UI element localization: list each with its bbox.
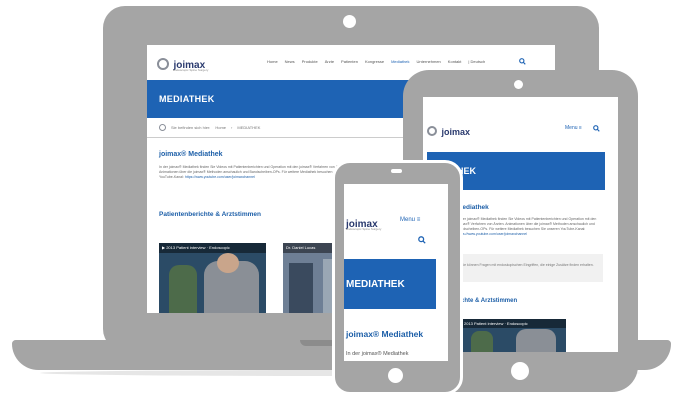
tablet-youtube-link[interactable]: https://www.youtube.com/user/joimaxchann… xyxy=(457,232,527,236)
language-switch[interactable]: | Deutsch xyxy=(468,59,485,64)
laptop-camera xyxy=(343,15,356,28)
phone-heading: joimax® Mediathek xyxy=(346,329,424,339)
nav-item-kontakt[interactable]: Kontakt xyxy=(448,59,462,64)
phone-screen: joimax Endoscopic Spine Surgery Menu ≡ M… xyxy=(344,184,448,361)
phone-page-title: MEDIATHEK xyxy=(346,279,405,290)
home-icon xyxy=(159,124,166,131)
video-title-2: Dr. Daniel Lucas xyxy=(286,245,316,250)
nav-item-news[interactable]: News xyxy=(285,59,295,64)
nav-item-produkte[interactable]: Produkte xyxy=(302,59,318,64)
search-icon[interactable] xyxy=(593,125,600,132)
nav-item-patienten[interactable]: Patienten xyxy=(341,59,358,64)
tablet-section-heading: richte & Arztstimmen xyxy=(457,298,518,304)
tablet-menu-button[interactable]: Menu ≡ xyxy=(565,125,582,131)
page-title: MEDIATHEK xyxy=(159,94,215,104)
breadcrumb: Sie befinden sich hier: Home › MEDIATHEK xyxy=(159,124,260,131)
nav-item-kongresse[interactable]: Kongresse xyxy=(365,59,384,64)
nav-item-unternehmen[interactable]: Unternehmen xyxy=(417,59,441,64)
tablet-camera xyxy=(514,80,523,89)
tablet-note-text: Sie können Fragen mit endoskopischen Ein… xyxy=(461,263,594,267)
nav-item-mediathek[interactable]: Mediathek xyxy=(391,59,409,64)
tablet-video-title: 2013 Patient interview · Endoscopic xyxy=(464,321,528,326)
tablet-note-box: Sie können Fragen mit endoskopischen Ein… xyxy=(457,254,603,282)
video-title-1: ▶ 2013 Patient interview · Endoscopic xyxy=(162,245,230,250)
tablet-home-button xyxy=(511,362,529,380)
youtube-link[interactable]: https://www.youtube.com/user/joimaxchann… xyxy=(185,175,255,179)
tablet-intro: In der joimax® Mediathek finden Sie Vide… xyxy=(457,217,597,236)
phone-logo-tagline: Endoscopic Spine Surgery xyxy=(346,227,382,231)
breadcrumb-home[interactable]: Home xyxy=(215,125,226,130)
tablet-logo[interactable]: joimax xyxy=(427,122,470,140)
phone-menu-button[interactable]: Menu ≡ xyxy=(400,217,420,223)
section-heading: Patientenberichte & Arztstimmen xyxy=(159,211,261,218)
intro-paragraph: In der joimax® Mediathek finden Sie Vide… xyxy=(159,165,353,179)
nav-item-home[interactable]: Home xyxy=(267,59,278,64)
phone-banner: MEDIATHEK xyxy=(344,259,436,309)
phone-home-button xyxy=(388,368,403,383)
logo-tagline: Endoscopic Spine Surgery xyxy=(173,68,209,72)
content-heading: joimax® Mediathek xyxy=(159,151,223,158)
main-nav: Home News Produkte Ärzte Patienten Kongr… xyxy=(267,59,485,64)
nav-item-aerzte[interactable]: Ärzte xyxy=(325,59,334,64)
breadcrumb-current: MEDIATHEK xyxy=(237,125,261,130)
video-thumbnail-1[interactable]: ▶ 2013 Patient interview · Endoscopic xyxy=(159,243,266,313)
search-icon[interactable] xyxy=(418,236,426,244)
phone-speaker xyxy=(391,169,402,173)
tablet-video-thumbnail[interactable]: 2013 Patient interview · Endoscopic xyxy=(461,319,566,352)
search-icon[interactable] xyxy=(519,58,526,65)
phone-intro: In der joimax® Mediathek xyxy=(346,351,409,357)
